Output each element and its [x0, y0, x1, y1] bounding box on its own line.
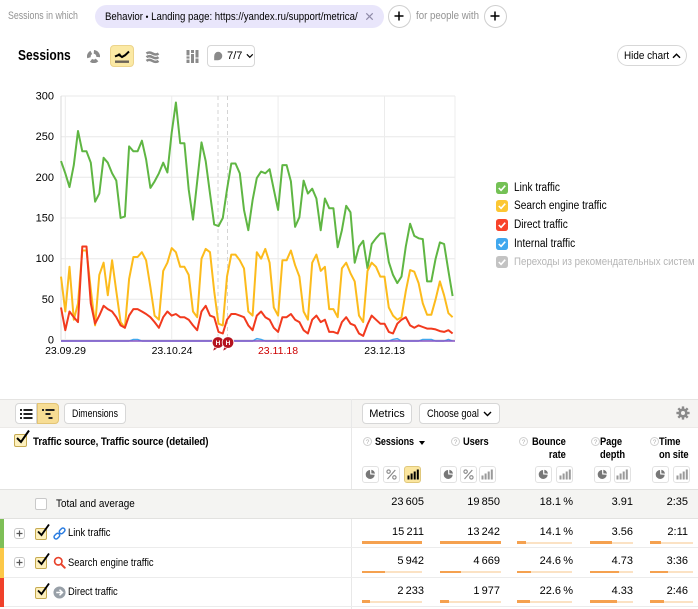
svg-text:23.10.24: 23.10.24	[152, 345, 193, 357]
svg-text:250: 250	[36, 131, 54, 143]
svg-text:H: H	[226, 340, 231, 347]
svg-text:23.09.29: 23.09.29	[45, 345, 86, 357]
svg-text:?: ?	[366, 439, 370, 446]
svg-text:150: 150	[36, 213, 54, 225]
svg-text:300: 300	[36, 91, 54, 103]
svg-text:50: 50	[42, 294, 54, 306]
svg-text:H: H	[216, 340, 221, 347]
svg-text:?: ?	[653, 439, 657, 446]
svg-text:23.12.13: 23.12.13	[364, 345, 405, 357]
svg-text:100: 100	[36, 253, 54, 265]
svg-text:?: ?	[594, 439, 598, 446]
svg-text:200: 200	[36, 172, 54, 184]
svg-text:23.11.18: 23.11.18	[258, 345, 298, 357]
svg-text:?: ?	[454, 439, 458, 446]
